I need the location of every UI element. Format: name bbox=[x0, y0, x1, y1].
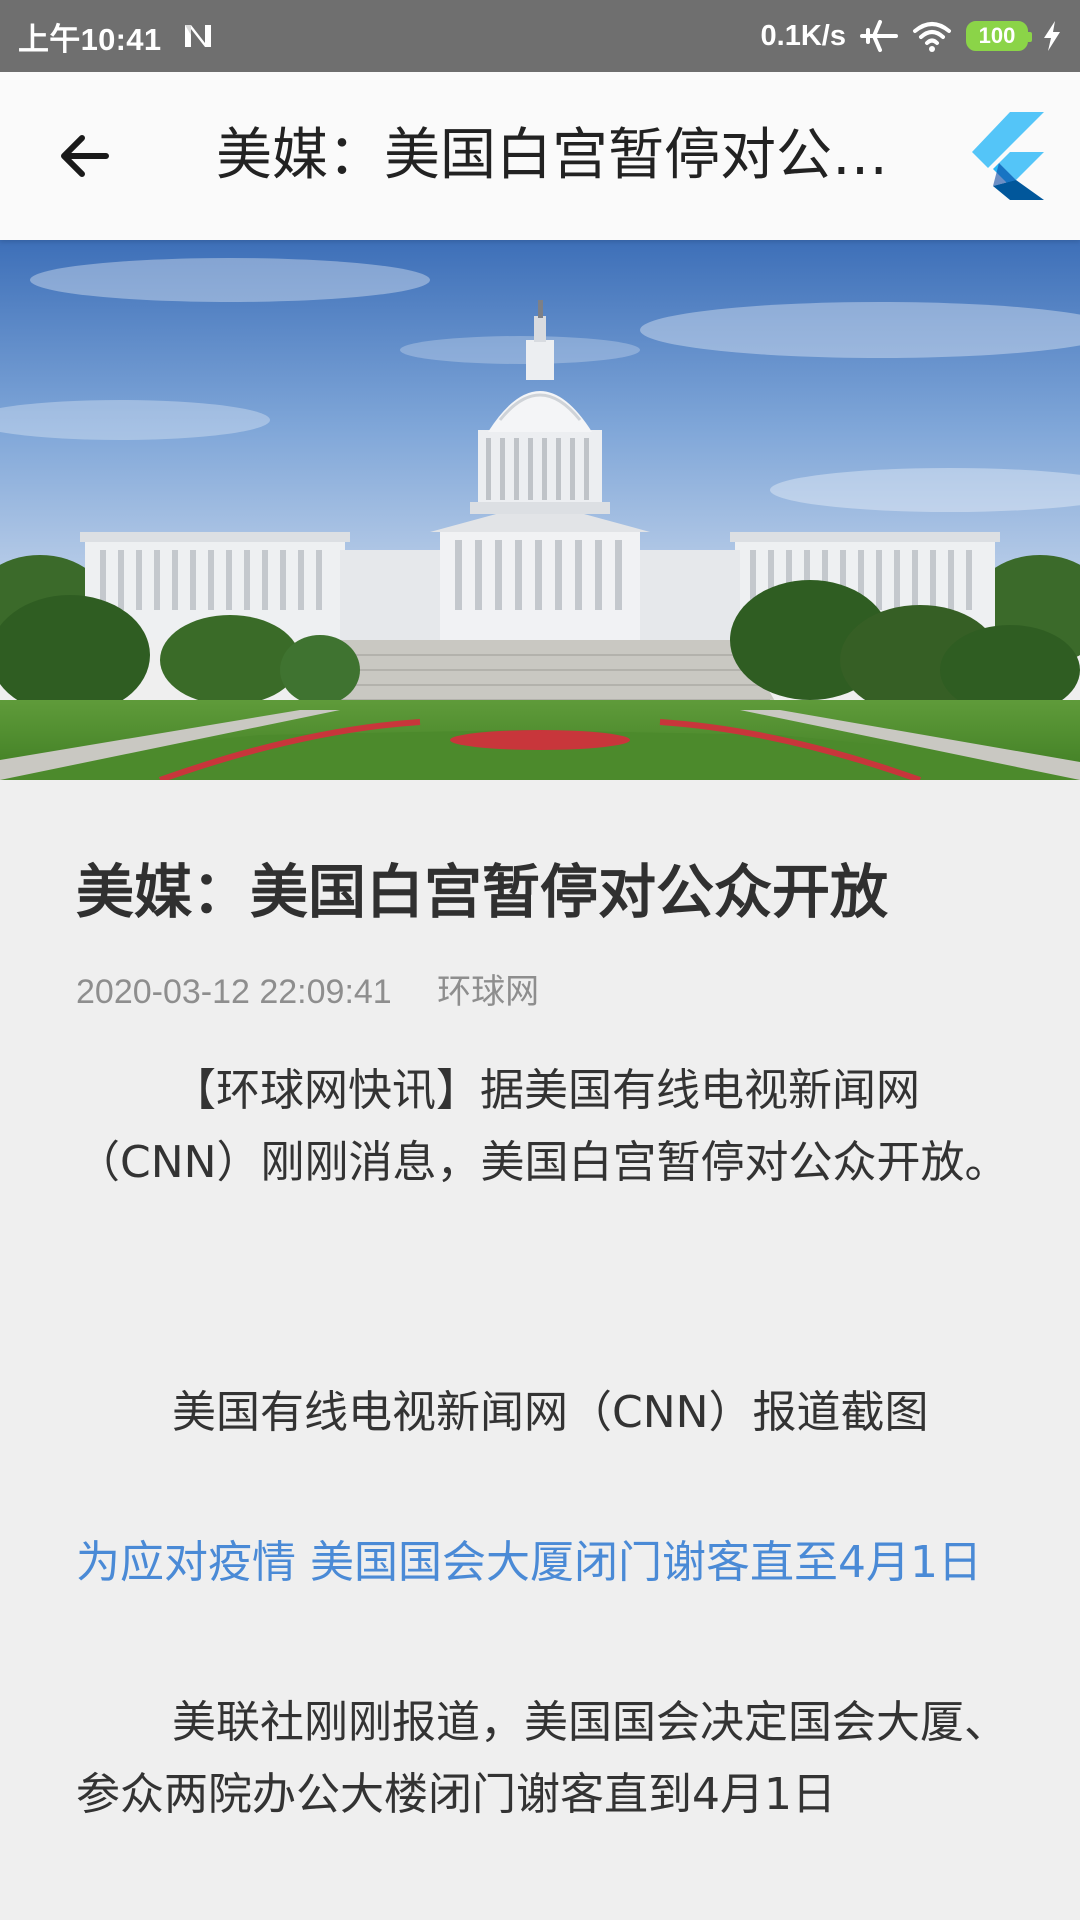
article-meta: 2020-03-12 22:09:41 环球网 bbox=[76, 964, 1016, 1013]
status-time: 上午10:41 bbox=[18, 21, 162, 57]
article-title: 美媒：美国白宫暂停对公众开放 bbox=[76, 858, 889, 926]
hero-image bbox=[0, 240, 1080, 780]
battery-level: 100 bbox=[978, 23, 1016, 48]
arrow-back-icon bbox=[61, 135, 109, 177]
image-caption: 美国有线电视新闻网（CNN）报道截图 bbox=[172, 1386, 929, 1438]
article-paragraph: 【环球网快讯】据美国有线电视新闻网（CNN）刚刚消息，美国白宫暂停对公众开放。 bbox=[76, 1064, 1009, 1188]
app-bar-title: 美媒：美国白宫暂停对公众开放 bbox=[216, 123, 906, 188]
flutter-logo-icon bbox=[972, 112, 1044, 200]
article-paragraph: 美联社刚刚报道，美国国会决定国会大厦、参众两院办公大楼闭门谢客直到4月1日 bbox=[76, 1696, 1008, 1820]
back-button[interactable] bbox=[42, 114, 126, 198]
app-bar: 美媒：美国白宫暂停对公众开放 bbox=[0, 72, 1080, 240]
charging-icon bbox=[1044, 21, 1060, 51]
airplane-icon bbox=[860, 20, 898, 52]
article: 美媒：美国白宫暂停对公众开放 2020-03-12 22:09:41 环球网 【… bbox=[76, 780, 1016, 1831]
article-source: 环球网 bbox=[437, 972, 540, 1011]
status-bar: 上午10:41 0.1K/s 100 bbox=[0, 0, 1080, 72]
capitol-building-image bbox=[0, 240, 1080, 780]
battery-icon: 100 bbox=[966, 21, 1032, 51]
network-speed: 0.1K/s bbox=[760, 19, 846, 52]
status-right-group: 0.1K/s 100 bbox=[761, 19, 1062, 53]
publish-date: 2020-03-12 22:09:41 bbox=[76, 972, 392, 1011]
n-icon bbox=[185, 25, 212, 47]
wifi-icon bbox=[913, 22, 951, 52]
related-article-link[interactable]: 为应对疫情 美国国会大厦闭门谢客直至4月1日 bbox=[76, 1527, 1016, 1599]
